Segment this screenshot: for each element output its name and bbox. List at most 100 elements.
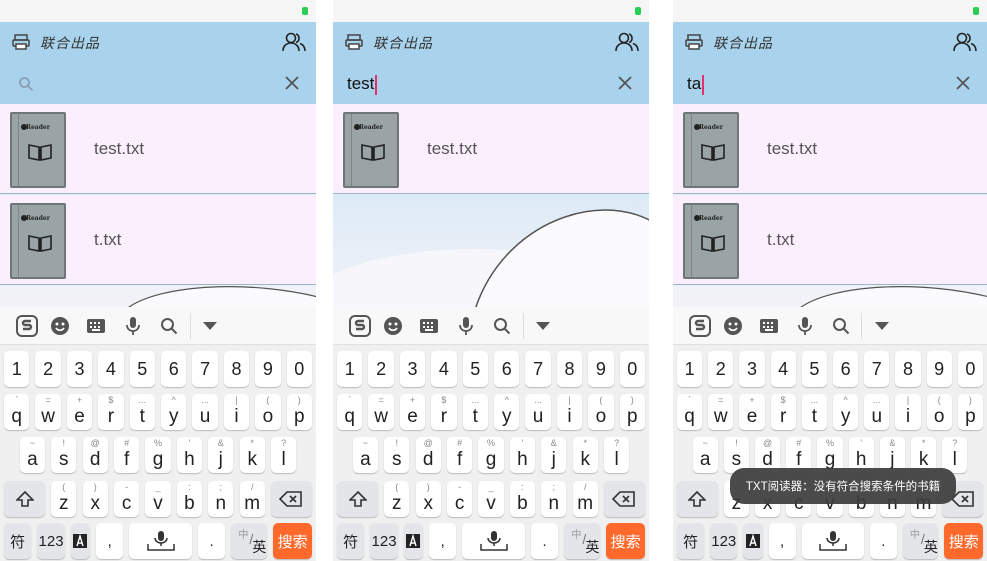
sogou-logo-icon[interactable] [688,315,711,337]
language-switch-key[interactable]: 中 / 英 [564,523,600,559]
microphone-icon[interactable] [794,315,816,337]
key-i[interactable]: | i [556,394,583,430]
key-w[interactable]: = w [35,394,61,430]
key-b[interactable]: :b [509,481,536,517]
key-o[interactable]: (o [255,394,281,430]
keyboard-icon[interactable] [758,315,780,337]
space-key[interactable] [129,523,192,559]
key-c[interactable]: -c [446,481,473,517]
key-1[interactable]: 1 [4,351,30,387]
shift-key[interactable] [4,481,46,517]
search-bar[interactable]: test [333,62,649,104]
symbols-key[interactable]: 符 [337,523,365,559]
list-item[interactable]: Reader t.txt [0,195,316,285]
key-1[interactable]: 1 [677,351,703,387]
key-2[interactable]: 2 [368,351,394,387]
key-q[interactable]: ` q [677,394,703,430]
key-m[interactable]: /m [239,481,265,517]
key-p[interactable]: ) p [286,394,312,430]
key-l[interactable]: ? l [270,437,297,473]
sogou-logo-icon[interactable] [15,315,38,337]
close-icon[interactable] [955,75,971,91]
search-bar[interactable] [0,62,316,104]
text-edit-key[interactable] [743,523,763,559]
key-6[interactable]: 6 [494,351,520,387]
list-item[interactable]: Reader test.txt [0,104,316,194]
collapse-icon[interactable] [532,315,554,337]
symbols-key[interactable]: 符 [677,523,705,559]
backspace-key[interactable] [270,481,312,517]
search-input[interactable]: ta [687,74,705,95]
search-key[interactable]: 搜索 [605,523,646,559]
emoji-icon[interactable] [722,315,744,337]
key-0[interactable]: 0 [619,351,645,387]
period-key[interactable]: . [869,523,897,559]
language-switch-key[interactable]: 中 / 英 [231,523,267,559]
key-q[interactable]: ` q [337,394,363,430]
key-z[interactable]: (z [51,481,77,517]
key-o[interactable]: (o [926,394,952,430]
key-5[interactable]: 5 [462,351,488,387]
numbers-key[interactable]: 123 [710,523,738,559]
key-9[interactable]: 9 [588,351,614,387]
key-t[interactable]: ... t [801,394,827,430]
list-item[interactable]: Reader test.txt [673,104,987,194]
list-item[interactable]: Reader t.txt [673,195,987,285]
key-r[interactable]: $ r [431,394,457,430]
key-o[interactable]: (o [588,394,614,430]
key-9[interactable]: 9 [926,351,952,387]
key-7[interactable]: 7 [192,351,218,387]
key-e[interactable]: + e [399,394,426,430]
key-q[interactable]: ` q [4,394,30,430]
key-w[interactable]: = w [368,394,394,430]
key-t[interactable]: ... t [462,394,488,430]
key-t[interactable]: ... t [129,394,155,430]
key-f[interactable]: # f [446,437,473,473]
key-5[interactable]: 5 [129,351,155,387]
close-icon[interactable] [284,75,300,91]
key-p[interactable]: ) p [957,394,983,430]
key-x[interactable]: )x [415,481,441,517]
key-a[interactable]: ~ a [19,437,46,473]
space-key[interactable] [462,523,525,559]
key-w[interactable]: = w [708,394,734,430]
sogou-logo-icon[interactable] [348,315,371,337]
key-c[interactable]: -c [113,481,140,517]
key-d[interactable]: @ d [415,437,441,473]
key-i[interactable]: | i [895,394,921,430]
key-h[interactable]: ' h [176,437,203,473]
keyboard-icon[interactable] [85,315,107,337]
key-j[interactable]: & j [208,437,234,473]
key-6[interactable]: 6 [161,351,187,387]
key-i[interactable]: | i [223,394,250,430]
key-n[interactable]: ;n [541,481,567,517]
key-2[interactable]: 2 [708,351,734,387]
numbers-key[interactable]: 123 [37,523,65,559]
backspace-key[interactable] [603,481,645,517]
key-g[interactable]: % g [145,437,171,473]
key-6[interactable]: 6 [833,351,859,387]
key-y[interactable]: ^ y [833,394,859,430]
search-icon[interactable] [830,315,852,337]
key-3[interactable]: 3 [739,351,765,387]
key-s[interactable]: ! s [51,437,77,473]
key-u[interactable]: ... u [192,394,218,430]
users-icon[interactable] [615,31,639,53]
users-icon[interactable] [282,31,306,53]
key-g[interactable]: % g [478,437,504,473]
key-a[interactable]: ~ a [352,437,379,473]
key-s[interactable]: ! s [384,437,410,473]
emoji-icon[interactable] [49,315,71,337]
key-a[interactable]: ~ a [692,437,718,473]
key-4[interactable]: 4 [770,351,796,387]
key-e[interactable]: + e [66,394,93,430]
symbols-key[interactable]: 符 [4,523,32,559]
search-icon[interactable] [158,315,180,337]
key-u[interactable]: ... u [525,394,551,430]
key-l[interactable]: ? l [603,437,630,473]
key-p[interactable]: ) p [619,394,645,430]
period-key[interactable]: . [197,523,226,559]
emoji-icon[interactable] [382,315,404,337]
key-2[interactable]: 2 [35,351,61,387]
key-k[interactable]: * k [239,437,265,473]
